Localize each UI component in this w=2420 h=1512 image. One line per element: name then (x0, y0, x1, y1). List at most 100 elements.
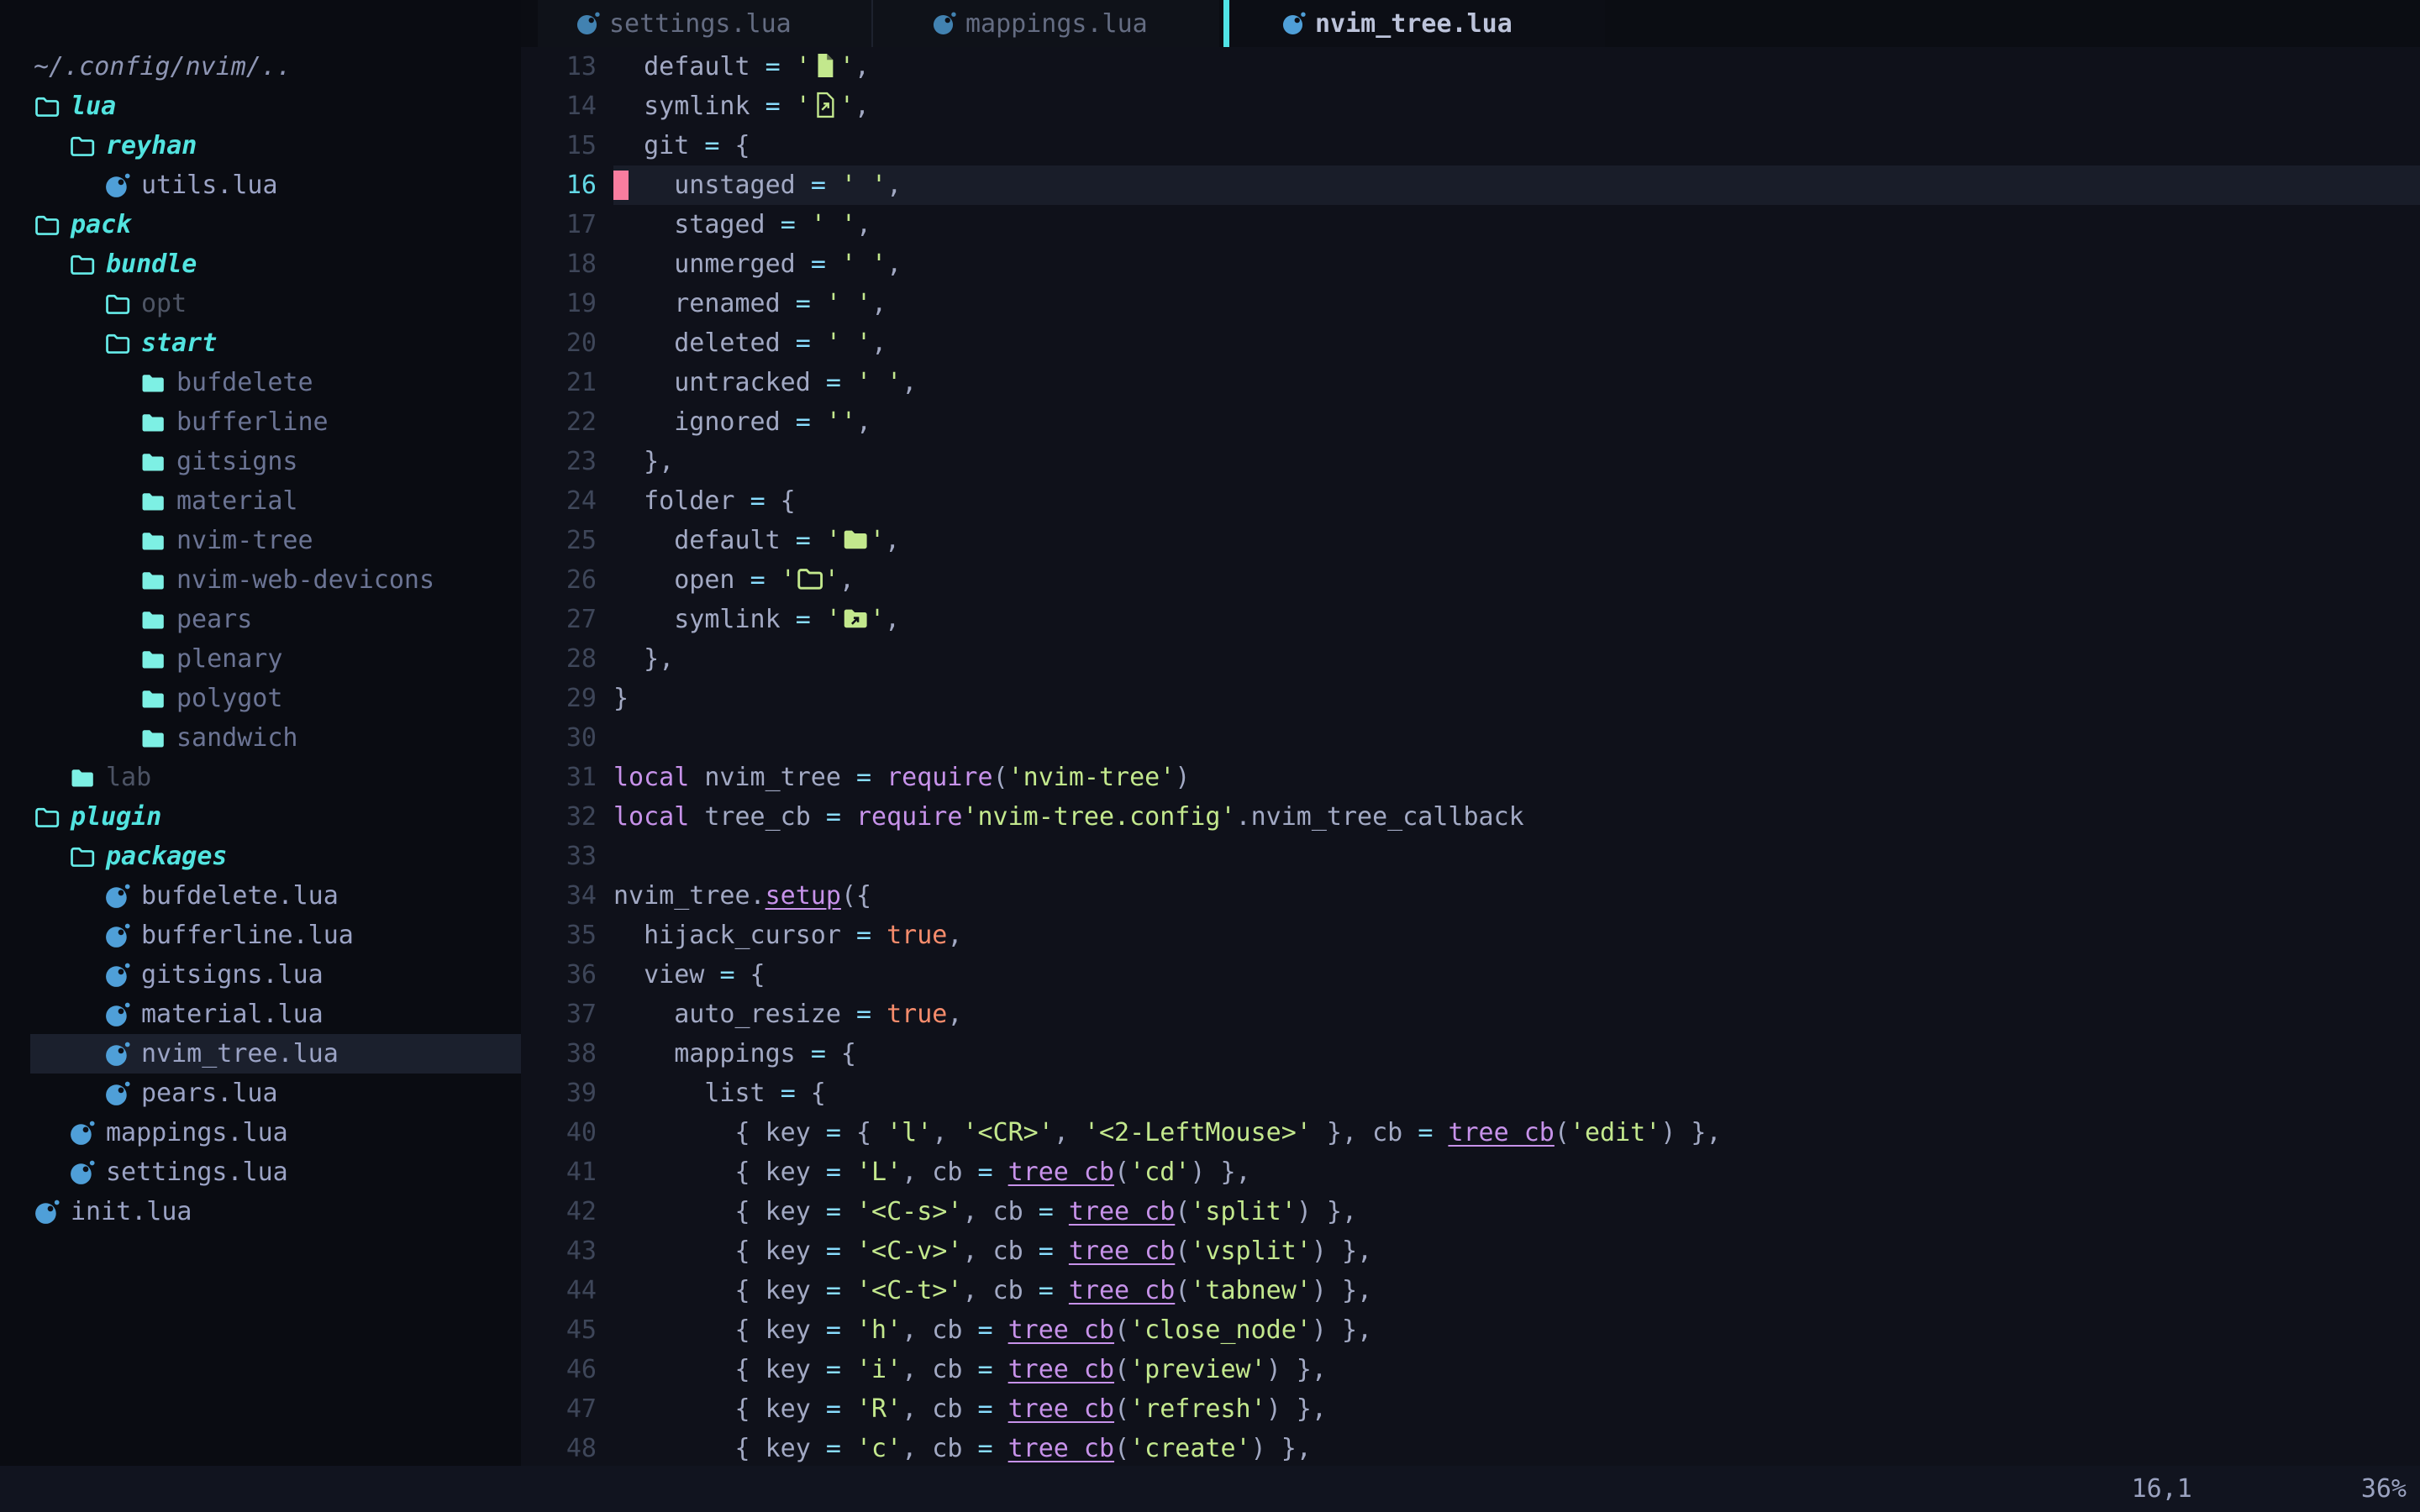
line-number: 13 (521, 47, 613, 87)
lua-icon (576, 10, 601, 37)
tree-item-mappings.lua[interactable]: mappings.lua (0, 1113, 521, 1152)
tree-item-plenary[interactable]: plenary (0, 639, 521, 679)
tree-item-opt[interactable]: opt (0, 284, 521, 323)
code-line-30[interactable]: 30 (521, 718, 2420, 758)
tree-item-material[interactable]: material (0, 481, 521, 521)
code-line-21[interactable]: 21 untracked = ' ', (521, 363, 2420, 402)
code-line-48[interactable]: 48 { key = 'c', cb = tree_cb('create') }… (521, 1429, 2420, 1466)
tree-root-path[interactable]: ~/.config/nvim/.. (0, 47, 521, 87)
code-line-22[interactable]: 22 ignored = '', (521, 402, 2420, 442)
tree-item-bufferline[interactable]: bufferline (0, 402, 521, 442)
code-line-17[interactable]: 17 staged = ' ', (521, 205, 2420, 244)
code-line-13[interactable]: 13 default = '', (521, 47, 2420, 87)
code-text (613, 837, 2420, 876)
tree-item-pack[interactable]: pack (0, 205, 521, 244)
code-text: unstaged = ' ', (613, 165, 2420, 205)
line-number: 32 (521, 797, 613, 837)
tree-item-gitsigns[interactable]: gitsigns (0, 442, 521, 481)
lua-icon (69, 1158, 96, 1187)
tree-item-plugin[interactable]: plugin (0, 797, 521, 837)
line-number: 42 (521, 1192, 613, 1231)
lua-icon (104, 961, 131, 990)
tree-item-lua[interactable]: lua (0, 87, 521, 126)
code-line-31[interactable]: 31local nvim_tree = require('nvim-tree') (521, 758, 2420, 797)
code-line-43[interactable]: 43 { key = '<C-v>', cb = tree_cb('vsplit… (521, 1231, 2420, 1271)
nvim-window: ~/.config/nvim/..luareyhanutils.luapackb… (0, 0, 2420, 1512)
code-line-24[interactable]: 24 folder = { (521, 481, 2420, 521)
code-line-34[interactable]: 34nvim_tree.setup({ (521, 876, 2420, 916)
tree-item-lab[interactable]: lab (0, 758, 521, 797)
lua-icon (104, 921, 131, 950)
tree-item-utils.lua[interactable]: utils.lua (0, 165, 521, 205)
tab-label: nvim_tree.lua (1315, 9, 1512, 39)
folder-open-icon (69, 132, 96, 160)
code-text: } (613, 679, 2420, 718)
code-line-45[interactable]: 45 { key = 'h', cb = tree_cb('close_node… (521, 1310, 2420, 1350)
folder-icon (139, 685, 166, 713)
tree-root-label: ~/.config/nvim/.. (34, 52, 292, 81)
tree-item-bufferline.lua[interactable]: bufferline.lua (0, 916, 521, 955)
tree-item-sandwich[interactable]: sandwich (0, 718, 521, 758)
code-line-39[interactable]: 39 list = { (521, 1074, 2420, 1113)
tab-label: settings.lua (609, 9, 792, 39)
tree-item-label: settings.lua (106, 1158, 288, 1187)
lua-icon (932, 10, 957, 37)
tree-item-settings.lua[interactable]: settings.lua (0, 1152, 521, 1192)
tree-item-bufdelete[interactable]: bufdelete (0, 363, 521, 402)
lua-icon (1281, 10, 1307, 37)
tree-item-polygot[interactable]: polygot (0, 679, 521, 718)
code-text: git = { (613, 126, 2420, 165)
code-line-15[interactable]: 15 git = { (521, 126, 2420, 165)
tree-item-gitsigns.lua[interactable]: gitsigns.lua (0, 955, 521, 995)
code-line-32[interactable]: 32local tree_cb = require'nvim-tree.conf… (521, 797, 2420, 837)
code-line-14[interactable]: 14 symlink = '', (521, 87, 2420, 126)
code-line-20[interactable]: 20 deleted = ' ', (521, 323, 2420, 363)
code-line-28[interactable]: 28 }, (521, 639, 2420, 679)
code-line-37[interactable]: 37 auto_resize = true, (521, 995, 2420, 1034)
line-number: 19 (521, 284, 613, 323)
tree-item-nvim-tree[interactable]: nvim-tree (0, 521, 521, 560)
code-line-40[interactable]: 40 { key = { 'l', '<CR>', '<2-LeftMouse>… (521, 1113, 2420, 1152)
tab-nvim_tree.lua[interactable]: nvim_tree.lua (1229, 0, 1605, 47)
code-line-38[interactable]: 38 mappings = { (521, 1034, 2420, 1074)
code-line-26[interactable]: 26 open = '', (521, 560, 2420, 600)
code-line-23[interactable]: 23 }, (521, 442, 2420, 481)
tab-mappings.lua[interactable]: mappings.lua (871, 0, 1219, 47)
code-line-42[interactable]: 42 { key = '<C-s>', cb = tree_cb('split'… (521, 1192, 2420, 1231)
code-line-18[interactable]: 18 unmerged = ' ', (521, 244, 2420, 284)
code-line-33[interactable]: 33 (521, 837, 2420, 876)
tree-item-nvim_tree.lua[interactable]: nvim_tree.lua (0, 1034, 521, 1074)
tree-item-label: plenary (176, 644, 282, 674)
tab-settings.lua[interactable]: settings.lua (538, 0, 871, 47)
code-editor[interactable]: 13 default = '',14 symlink = '',15 git =… (521, 47, 2420, 1466)
tree-item-bufdelete.lua[interactable]: bufdelete.lua (0, 876, 521, 916)
code-line-41[interactable]: 41 { key = 'L', cb = tree_cb('cd') }, (521, 1152, 2420, 1192)
tree-item-pears.lua[interactable]: pears.lua (0, 1074, 521, 1113)
tree-item-start[interactable]: start (0, 323, 521, 363)
code-line-29[interactable]: 29} (521, 679, 2420, 718)
code-line-36[interactable]: 36 view = { (521, 955, 2420, 995)
tree-item-packages[interactable]: packages (0, 837, 521, 876)
folder-icon (139, 606, 166, 634)
tree-item-label: init.lua (71, 1197, 192, 1226)
code-text (613, 718, 2420, 758)
tree-item-label: material (176, 486, 298, 516)
code-line-25[interactable]: 25 default = '', (521, 521, 2420, 560)
tree-item-material.lua[interactable]: material.lua (0, 995, 521, 1034)
code-line-27[interactable]: 27 symlink = '', (521, 600, 2420, 639)
tree-item-reyhan[interactable]: reyhan (0, 126, 521, 165)
tree-item-init.lua[interactable]: init.lua (0, 1192, 521, 1231)
tree-item-pears[interactable]: pears (0, 600, 521, 639)
code-line-47[interactable]: 47 { key = 'R', cb = tree_cb('refresh') … (521, 1389, 2420, 1429)
code-text: view = { (613, 955, 2420, 995)
code-line-35[interactable]: 35 hijack_cursor = true, (521, 916, 2420, 955)
code-line-16[interactable]: 16 unstaged = ' ', (521, 165, 2420, 205)
code-line-19[interactable]: 19 renamed = ' ', (521, 284, 2420, 323)
tab-label: mappings.lua (965, 9, 1148, 39)
tree-item-bundle[interactable]: bundle (0, 244, 521, 284)
code-line-46[interactable]: 46 { key = 'i', cb = tree_cb('preview') … (521, 1350, 2420, 1389)
code-text: { key = 'i', cb = tree_cb('preview') }, (613, 1350, 2420, 1389)
tree-item-nvim-web-devicons[interactable]: nvim-web-devicons (0, 560, 521, 600)
code-text: nvim_tree.setup({ (613, 876, 2420, 916)
code-line-44[interactable]: 44 { key = '<C-t>', cb = tree_cb('tabnew… (521, 1271, 2420, 1310)
